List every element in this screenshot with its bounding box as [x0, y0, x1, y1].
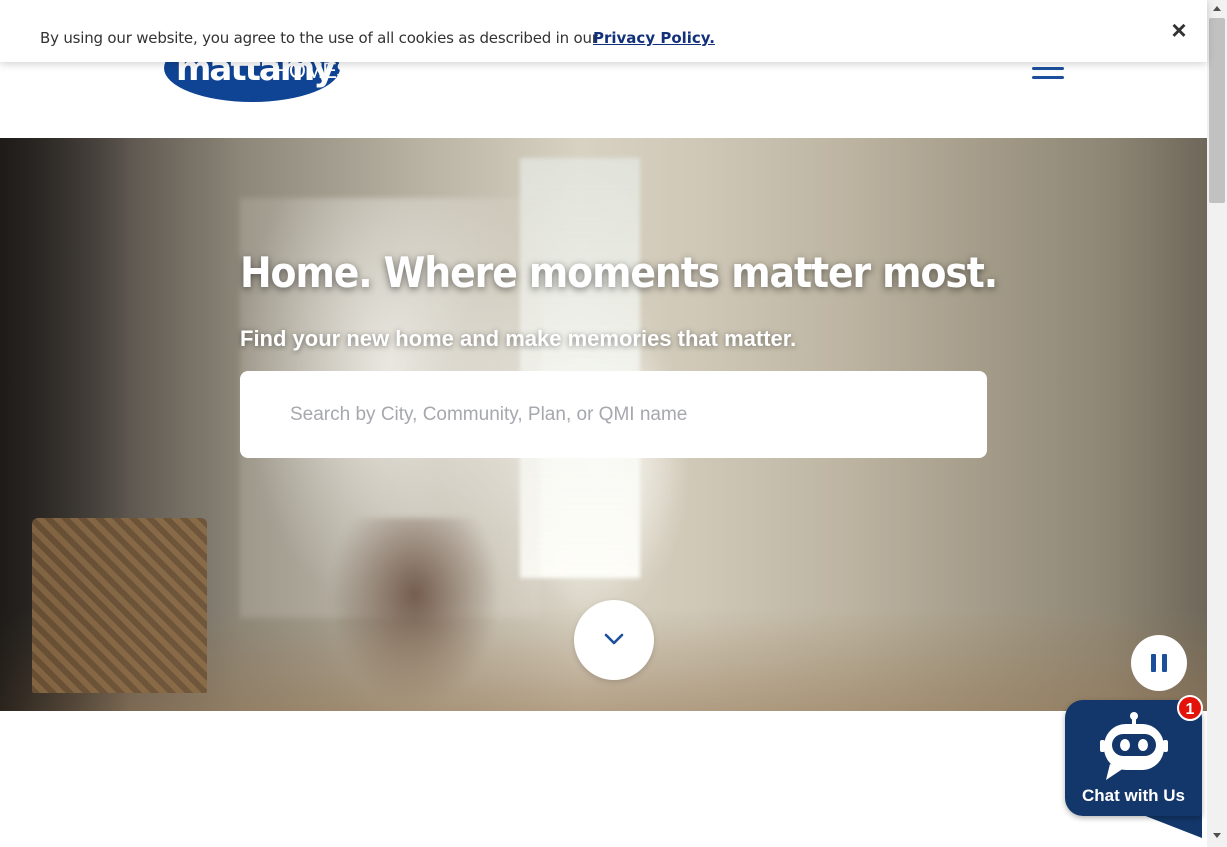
- chat-notification-badge: 1: [1177, 695, 1203, 721]
- search-input[interactable]: [290, 401, 950, 429]
- page-scrollbar[interactable]: [1207, 0, 1227, 847]
- pause-icon: [1151, 654, 1156, 672]
- scrollbar-thumb[interactable]: [1209, 18, 1225, 203]
- search-box[interactable]: [240, 371, 987, 458]
- chevron-down-icon: [604, 633, 624, 645]
- chat-bot-icon: [1100, 712, 1168, 780]
- pause-icon-bar: [1162, 654, 1167, 672]
- page: mattamy HOMES Home. Where moments matter…: [0, 0, 1227, 847]
- cookie-message: By using our website, you agree to the u…: [40, 29, 598, 47]
- scroll-up-arrow-icon[interactable]: [1213, 6, 1221, 11]
- hero-video: Home. Where moments matter most. Find yo…: [0, 138, 1207, 711]
- hero-subtitle: Find your new home and make memories tha…: [240, 326, 797, 351]
- scroll-down-button[interactable]: [574, 600, 654, 680]
- hero-background-basket: [32, 518, 207, 693]
- close-icon[interactable]: ×: [1167, 17, 1191, 43]
- privacy-policy-link[interactable]: Privacy Policy.: [593, 29, 715, 47]
- hero-title: Home. Where moments matter most.: [240, 248, 998, 297]
- scroll-down-arrow-icon[interactable]: [1213, 833, 1221, 838]
- pause-video-button[interactable]: [1131, 635, 1187, 691]
- chat-label: Chat with Us: [1082, 786, 1185, 805]
- cookie-consent-bar: By using our website, you agree to the u…: [0, 0, 1207, 62]
